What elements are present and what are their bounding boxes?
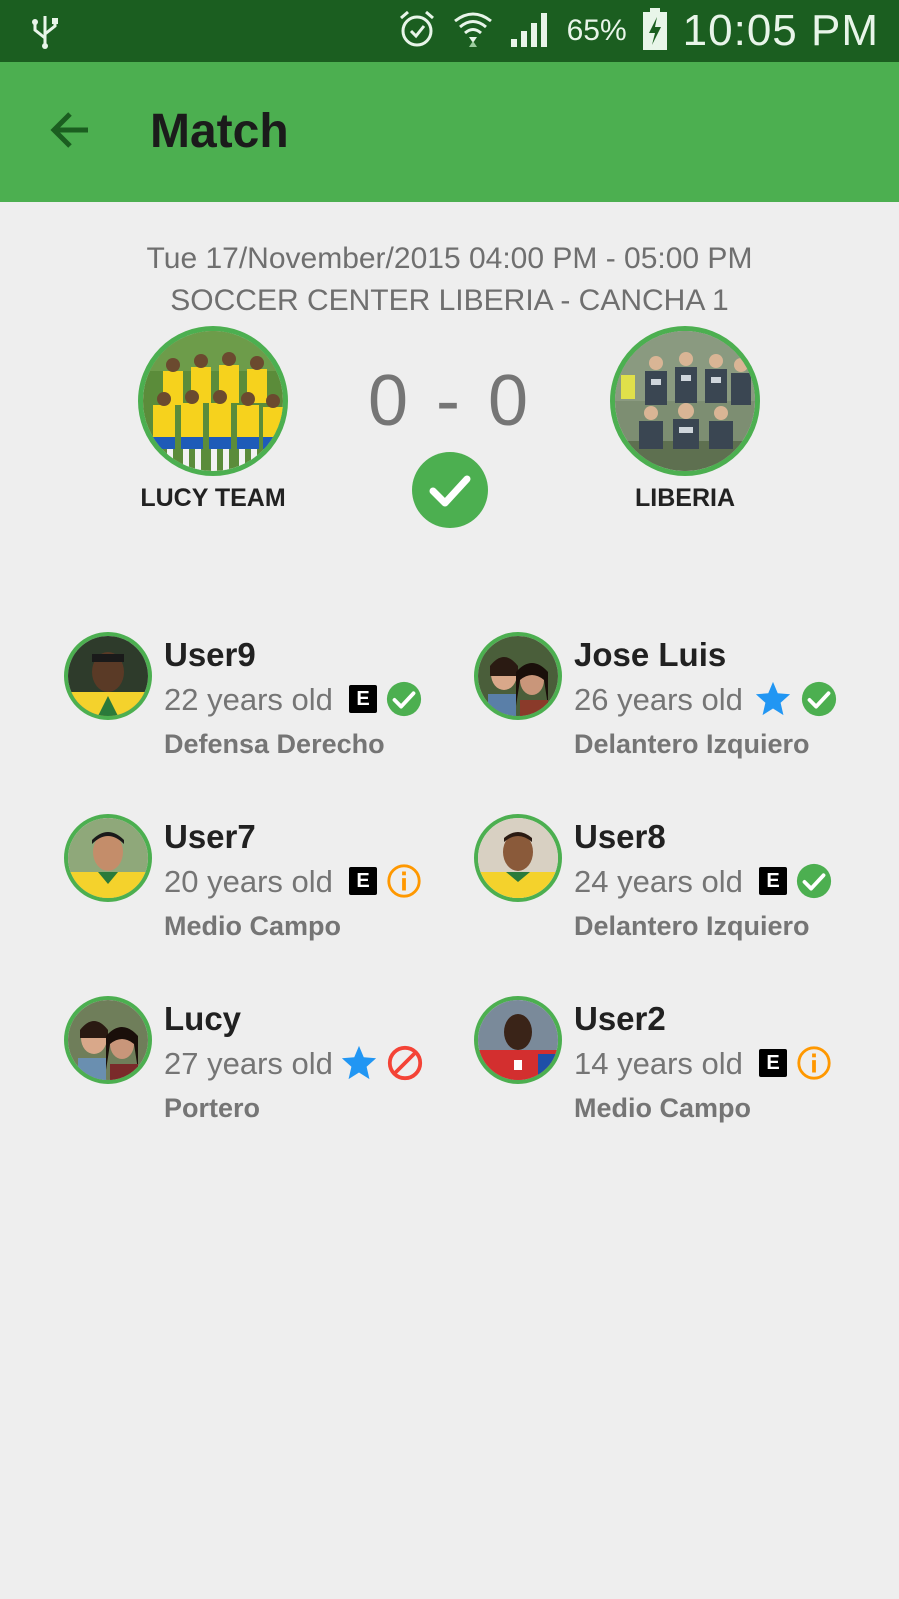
wifi-icon: [451, 7, 495, 56]
player-position: Defensa Derecho: [164, 729, 385, 759]
player-name: User2: [574, 1000, 666, 1037]
avatar: [474, 996, 562, 1084]
player-card[interactable]: User2 14 years old E Medio Campo: [474, 996, 894, 1136]
player-age: 22 years old: [164, 682, 333, 717]
player-card[interactable]: Jose Luis 26 years old Delantero Izquier…: [474, 632, 894, 772]
info-circle-icon: [797, 1046, 831, 1080]
alarm-icon: [397, 9, 437, 54]
avatar: [64, 632, 152, 720]
player-position: Delantero Izquiero: [574, 729, 810, 759]
check-circle-icon: [386, 681, 422, 717]
check-circle-icon[interactable]: [412, 452, 488, 528]
player-position: Portero: [164, 1093, 261, 1123]
match-score: 0 - 0: [367, 361, 533, 441]
player-age: 20 years old: [164, 864, 333, 899]
blocked-icon: [387, 1045, 423, 1081]
player-age: 27 years old: [164, 1046, 333, 1081]
avatar: [64, 996, 152, 1084]
home-team-logo[interactable]: [138, 326, 288, 476]
home-team-name: LUCY TEAM: [140, 484, 286, 512]
avatar: [64, 814, 152, 902]
player-card[interactable]: User7 20 years old E Medio Campo: [64, 814, 484, 954]
away-team-name: LIBERIA: [635, 484, 735, 512]
status-time: 10:05 PM: [682, 6, 879, 55]
player-name: User9: [164, 636, 256, 673]
info-circle-icon: [387, 864, 421, 898]
check-circle-icon: [801, 681, 837, 717]
e-badge-icon: E: [349, 685, 377, 713]
star-icon: [341, 1045, 377, 1080]
avatar: [474, 814, 562, 902]
signal-icon: [509, 9, 553, 54]
player-position: Delantero Izquiero: [574, 911, 810, 941]
player-card[interactable]: User9 22 years old E Defensa Derecho: [64, 632, 484, 772]
back-button[interactable]: [40, 102, 100, 162]
away-team-logo[interactable]: [610, 326, 760, 476]
player-position: Medio Campo: [164, 911, 342, 941]
app-bar: Match: [0, 62, 899, 202]
player-name: User8: [574, 818, 666, 855]
avatar: [474, 632, 562, 720]
e-badge-icon: E: [759, 867, 787, 895]
player-name: Lucy: [164, 1000, 242, 1037]
player-age: 24 years old: [574, 864, 743, 899]
usb-icon: [30, 12, 60, 55]
status-bar: 65% 10:05 PM: [0, 0, 899, 62]
star-icon: [755, 681, 791, 716]
player-name: Jose Luis: [574, 636, 727, 673]
e-badge-icon: E: [349, 867, 377, 895]
player-age: 26 years old: [574, 682, 743, 717]
player-age: 14 years old: [574, 1046, 743, 1081]
player-card[interactable]: Lucy 27 years old Portero: [64, 996, 484, 1136]
match-venue: SOCCER CENTER LIBERIA - CANCHA 1: [170, 284, 729, 317]
page-title: Match: [150, 105, 289, 158]
match-datetime: Tue 17/November/2015 04:00 PM - 05:00 PM: [146, 242, 753, 275]
player-card[interactable]: User8 24 years old E Delantero Izquiero: [474, 814, 894, 954]
e-badge-icon: E: [759, 1049, 787, 1077]
check-circle-icon: [796, 863, 832, 899]
player-position: Medio Campo: [574, 1093, 752, 1123]
battery-percent: 65%: [566, 14, 627, 47]
arrow-back-icon: [48, 108, 92, 157]
player-name: User7: [164, 818, 256, 855]
battery-charging-icon: [641, 7, 669, 56]
